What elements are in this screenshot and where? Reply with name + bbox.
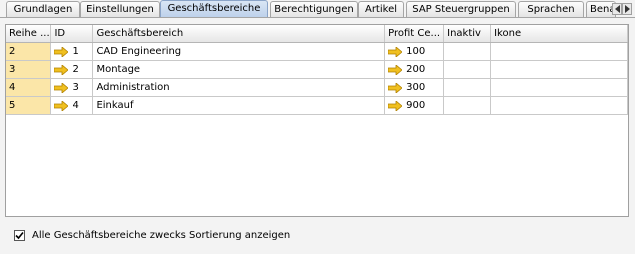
id-cell[interactable]: 2 <box>50 60 94 79</box>
row-number-cell[interactable]: 2 <box>6 42 52 61</box>
link-arrow-icon[interactable] <box>388 100 403 111</box>
inaktiv-cell[interactable] <box>443 60 492 79</box>
name-cell[interactable]: Einkauf <box>92 96 386 115</box>
link-arrow-icon[interactable] <box>54 82 69 93</box>
link-arrow-icon[interactable] <box>388 82 403 93</box>
name-value: Montage <box>96 64 141 75</box>
tab-bar: Grundlagen Einstellungen Geschäftsbereic… <box>0 0 635 18</box>
profit-center-cell[interactable]: 300 <box>384 78 445 97</box>
link-arrow-icon[interactable] <box>54 64 69 75</box>
checkmark-icon <box>15 231 24 240</box>
name-cell[interactable]: Montage <box>92 60 386 79</box>
column-header-reihe[interactable]: Reihe ... <box>6 25 52 43</box>
table-row[interactable]: 3 2 Montage 200 <box>6 60 628 79</box>
id-value: 2 <box>72 64 79 75</box>
ikone-cell[interactable] <box>490 96 628 115</box>
id-cell[interactable]: 3 <box>50 78 94 97</box>
profit-center-value: 900 <box>406 100 426 111</box>
id-value: 1 <box>72 46 79 57</box>
ikone-cell[interactable] <box>490 78 628 97</box>
row-number-cell[interactable]: 3 <box>6 60 52 79</box>
row-number-cell[interactable]: 4 <box>6 78 52 97</box>
scroll-right-icon <box>625 5 630 13</box>
name-value: CAD Engineering <box>96 46 182 57</box>
show-all-checkbox[interactable] <box>14 230 25 241</box>
column-header-inaktiv[interactable]: Inaktiv <box>443 25 492 43</box>
business-area-grid: Reihe ... ID Geschäftsbereich Profit Ce.… <box>5 24 629 217</box>
name-cell[interactable]: Administration <box>92 78 386 97</box>
profit-center-cell[interactable]: 200 <box>384 60 445 79</box>
name-cell[interactable]: CAD Engineering <box>92 42 386 61</box>
scroll-left-button[interactable] <box>612 3 622 15</box>
tab-label: Berechtigungen <box>274 4 354 15</box>
tab-artikel[interactable]: Artikel <box>358 1 404 17</box>
link-arrow-icon[interactable] <box>54 46 69 57</box>
tab-label: Artikel <box>364 4 398 15</box>
link-arrow-icon[interactable] <box>54 100 69 111</box>
tab-sprachen[interactable]: Sprachen <box>518 1 584 17</box>
id-cell[interactable]: 4 <box>50 96 94 115</box>
id-value: 3 <box>72 82 79 93</box>
profit-center-cell[interactable]: 100 <box>384 42 445 61</box>
table-row[interactable]: 4 3 Administration 300 <box>6 78 628 97</box>
tab-berechtigungen[interactable]: Berechtigungen <box>270 1 358 17</box>
business-area-table: Reihe ... ID Geschäftsbereich Profit Ce.… <box>6 25 628 115</box>
ikone-cell[interactable] <box>490 42 628 61</box>
table-header-row: Reihe ... ID Geschäftsbereich Profit Ce.… <box>6 25 628 43</box>
inaktiv-cell[interactable] <box>443 42 492 61</box>
tab-grundlagen[interactable]: Grundlagen <box>6 1 80 17</box>
profit-center-value: 200 <box>406 64 426 75</box>
tab-geschaeftsbereiche[interactable]: Geschäftsbereiche <box>160 0 268 18</box>
inaktiv-cell[interactable] <box>443 78 492 97</box>
tab-label: Geschäftsbereiche <box>167 3 261 14</box>
ikone-cell[interactable] <box>490 60 628 79</box>
row-number-cell[interactable]: 5 <box>6 96 52 115</box>
tab-label: Einstellungen <box>86 4 154 15</box>
id-value: 4 <box>72 100 79 111</box>
show-all-checkbox-label[interactable]: Alle Geschäftsbereiche zwecks Sortierung… <box>32 230 290 241</box>
column-header-id[interactable]: ID <box>50 25 94 43</box>
name-value: Einkauf <box>96 100 134 111</box>
id-cell[interactable]: 1 <box>50 42 94 61</box>
column-header-geschaeftsbereich[interactable]: Geschäftsbereich <box>92 25 386 43</box>
scroll-left-icon <box>615 5 620 13</box>
profit-center-cell[interactable]: 900 <box>384 96 445 115</box>
tab-einstellungen[interactable]: Einstellungen <box>80 1 160 17</box>
link-arrow-icon[interactable] <box>388 64 403 75</box>
profit-center-value: 300 <box>406 82 426 93</box>
column-header-ikone[interactable]: Ikone <box>490 25 628 43</box>
tab-sap-steuergruppen[interactable]: SAP Steuergruppen <box>406 1 516 17</box>
table-row[interactable]: 5 4 Einkauf 900 <box>6 96 628 115</box>
scroll-right-button[interactable] <box>622 3 632 15</box>
profit-center-value: 100 <box>406 46 426 57</box>
tab-label: Grundlagen <box>13 4 73 15</box>
tab-label: SAP Steuergruppen <box>412 4 510 15</box>
tab-label: Sprachen <box>527 4 575 15</box>
name-value: Administration <box>96 82 170 93</box>
inaktiv-cell[interactable] <box>443 96 492 115</box>
link-arrow-icon[interactable] <box>388 46 403 57</box>
column-header-profit-center[interactable]: Profit Ce... <box>384 25 445 43</box>
table-row[interactable]: 2 1 CAD Engineering 100 <box>6 42 628 61</box>
